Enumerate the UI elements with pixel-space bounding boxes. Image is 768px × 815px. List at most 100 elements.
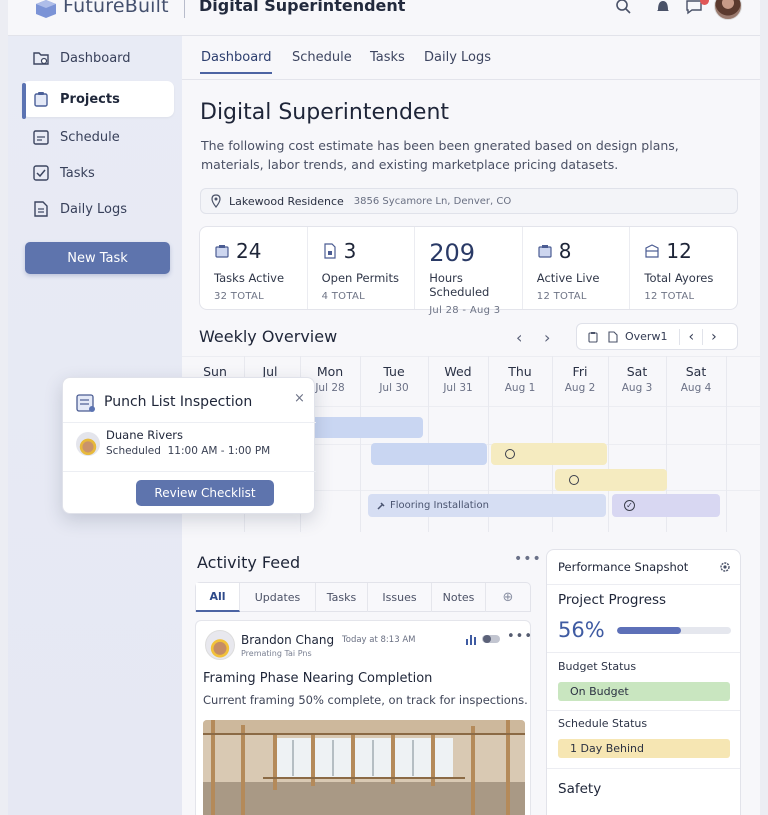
day-header: Sat Aug 4 <box>680 364 712 394</box>
search-icon[interactable] <box>614 0 634 18</box>
schedule-status: Scheduled <box>106 445 161 457</box>
active-indicator <box>22 83 26 119</box>
close-icon[interactable]: × <box>294 391 305 406</box>
feed-tab-issues[interactable]: Issues <box>368 583 432 612</box>
sidebar-item-schedule[interactable]: Schedule <box>22 119 174 155</box>
tab-schedule[interactable]: Schedule <box>292 50 352 65</box>
review-checklist-button[interactable]: Review Checklist <box>136 480 274 506</box>
performance-title: Performance Snapshot <box>558 560 689 574</box>
schedule-bar[interactable] <box>371 443 487 465</box>
hammer-icon <box>377 501 385 510</box>
divider <box>63 471 316 472</box>
weekly-overview-title: Weekly Overview <box>199 327 338 346</box>
bell-icon[interactable] <box>653 0 673 18</box>
stat-active-live[interactable]: 8 Active Live 12 TOTAL <box>523 227 631 309</box>
stat-value: 24 <box>236 239 262 263</box>
check-circle-icon: ✓ <box>624 500 635 511</box>
progress-bar <box>617 627 731 634</box>
safety-label: Safety <box>558 781 602 797</box>
stat-sub: Jul 28 - Aug 3 <box>429 305 501 316</box>
view-prev-icon[interactable]: ‹ <box>679 328 702 345</box>
schedule-bar[interactable] <box>308 417 423 438</box>
sidebar-item-daily-logs[interactable]: Daily Logs <box>22 191 174 227</box>
tab-dashboard[interactable]: Dashboard <box>201 50 272 65</box>
app-window: FutureBuilt Digital Superintendent Dashb… <box>8 0 760 815</box>
logo-icon <box>36 0 56 18</box>
stat-total-ayores[interactable]: 12 Total Ayores 12 TOTAL <box>630 227 737 309</box>
box-icon <box>215 245 229 258</box>
sidebar-item-label: Tasks <box>60 165 95 181</box>
divider <box>547 584 740 585</box>
stat-label: Open Permits <box>321 271 399 285</box>
location-name: Lakewood Residence <box>229 194 344 208</box>
popup-title: Punch List Inspection <box>104 394 253 410</box>
document-icon <box>34 201 48 217</box>
prev-week-arrow-icon[interactable]: ‹ <box>516 328 522 347</box>
feed-tab-notes[interactable]: Notes <box>432 583 486 612</box>
user-avatar[interactable] <box>714 0 742 20</box>
punch-list-popup: Punch List Inspection × Duane Rivers Sch… <box>62 377 316 514</box>
feed-tab-updates[interactable]: Updates <box>240 583 316 612</box>
gear-icon[interactable] <box>719 561 731 573</box>
sidebar-item-tasks[interactable]: Tasks <box>22 155 174 191</box>
post-body: Current framing 50% complete, on track f… <box>203 693 528 707</box>
stat-tasks-active[interactable]: 24 Tasks Active 32 TOTAL <box>200 227 308 309</box>
schedule-bar[interactable] <box>555 469 667 491</box>
feed-menu-icon[interactable]: ••• <box>514 551 542 567</box>
progress-fill <box>617 627 681 634</box>
post-author[interactable]: Brandon Chang <box>241 633 334 647</box>
view-next-icon[interactable]: › <box>702 328 725 345</box>
day-header: Wed Jul 31 <box>443 364 473 394</box>
flooring-installation-bar[interactable]: Flooring Installation <box>368 494 606 517</box>
tab-daily-logs[interactable]: Daily Logs <box>424 50 491 65</box>
sidebar-item-dashboard[interactable]: Dashboard <box>22 40 174 76</box>
archive-icon <box>645 244 659 258</box>
progress-value: 56% <box>558 618 605 642</box>
stat-sub: 12 TOTAL <box>644 291 695 302</box>
top-tabs: Dashboard Schedule Tasks Daily Logs <box>182 36 760 80</box>
add-tab-icon[interactable]: ⊕ <box>486 583 530 612</box>
view-selector[interactable]: Overw1 ‹ › <box>576 323 738 350</box>
stats-panel: 24 Tasks Active 32 TOTAL 3 Open Permits … <box>199 226 738 316</box>
stat-sub: 12 TOTAL <box>536 291 587 302</box>
day-header: Sat Aug 3 <box>621 364 653 394</box>
page-description: The following cost estimate has been bee… <box>201 138 679 172</box>
new-task-button[interactable]: New Task <box>25 242 170 274</box>
bar-chart-icon[interactable] <box>466 633 476 645</box>
toggle-icon[interactable] <box>482 634 500 644</box>
day-header: Tue Jul 30 <box>379 364 409 394</box>
document-icon <box>608 330 618 343</box>
feed-tab-tasks[interactable]: Tasks <box>316 583 368 612</box>
sidebar-item-projects[interactable]: Projects <box>22 81 174 117</box>
stat-sub: 4 TOTAL <box>321 291 365 302</box>
schedule-bar[interactable]: ✓ <box>612 494 720 517</box>
schedule-time: 11:00 AM - 1:00 PM <box>167 445 271 457</box>
framing-photo[interactable] <box>203 720 525 815</box>
day-header: Thu Aug 1 <box>504 364 536 394</box>
location-address: 3856 Sycamore Ln, Denver, CO <box>353 195 512 207</box>
sidebar-item-label: Dashboard <box>60 50 131 66</box>
post-menu-icon[interactable]: ••• <box>507 629 533 644</box>
divider <box>547 768 740 769</box>
grid-line <box>608 356 609 532</box>
schedule-bar[interactable] <box>491 443 607 465</box>
tab-tasks[interactable]: Tasks <box>370 50 405 65</box>
clipboard-icon <box>588 331 598 343</box>
day-header: Fri Aug 2 <box>564 364 596 394</box>
schedule-info: Scheduled 11:00 AM - 1:00 PM <box>106 445 270 457</box>
stat-hours-scheduled[interactable]: 209 Hours Scheduled Jul 28 - Aug 3 <box>415 227 523 316</box>
stat-value: 3 <box>343 239 357 263</box>
stat-label: Tasks Active <box>214 271 285 285</box>
stat-open-permits[interactable]: 3 Open Permits 4 TOTAL <box>308 227 416 309</box>
status-circle-icon <box>569 475 579 485</box>
feed-tab-all[interactable]: All <box>196 583 240 612</box>
performance-snapshot: Performance Snapshot Project Progress 56… <box>546 549 741 815</box>
tab-underline <box>200 72 272 74</box>
location-bar[interactable]: Lakewood Residence 3856 Sycamore Ln, Den… <box>200 188 738 214</box>
grid-line <box>360 356 361 532</box>
assignee-name: Duane Rivers <box>106 428 183 442</box>
grid-line <box>182 356 760 357</box>
clipboard-icon <box>34 92 48 107</box>
next-week-arrow-icon[interactable]: › <box>544 328 550 347</box>
stat-value: 12 <box>666 239 692 263</box>
